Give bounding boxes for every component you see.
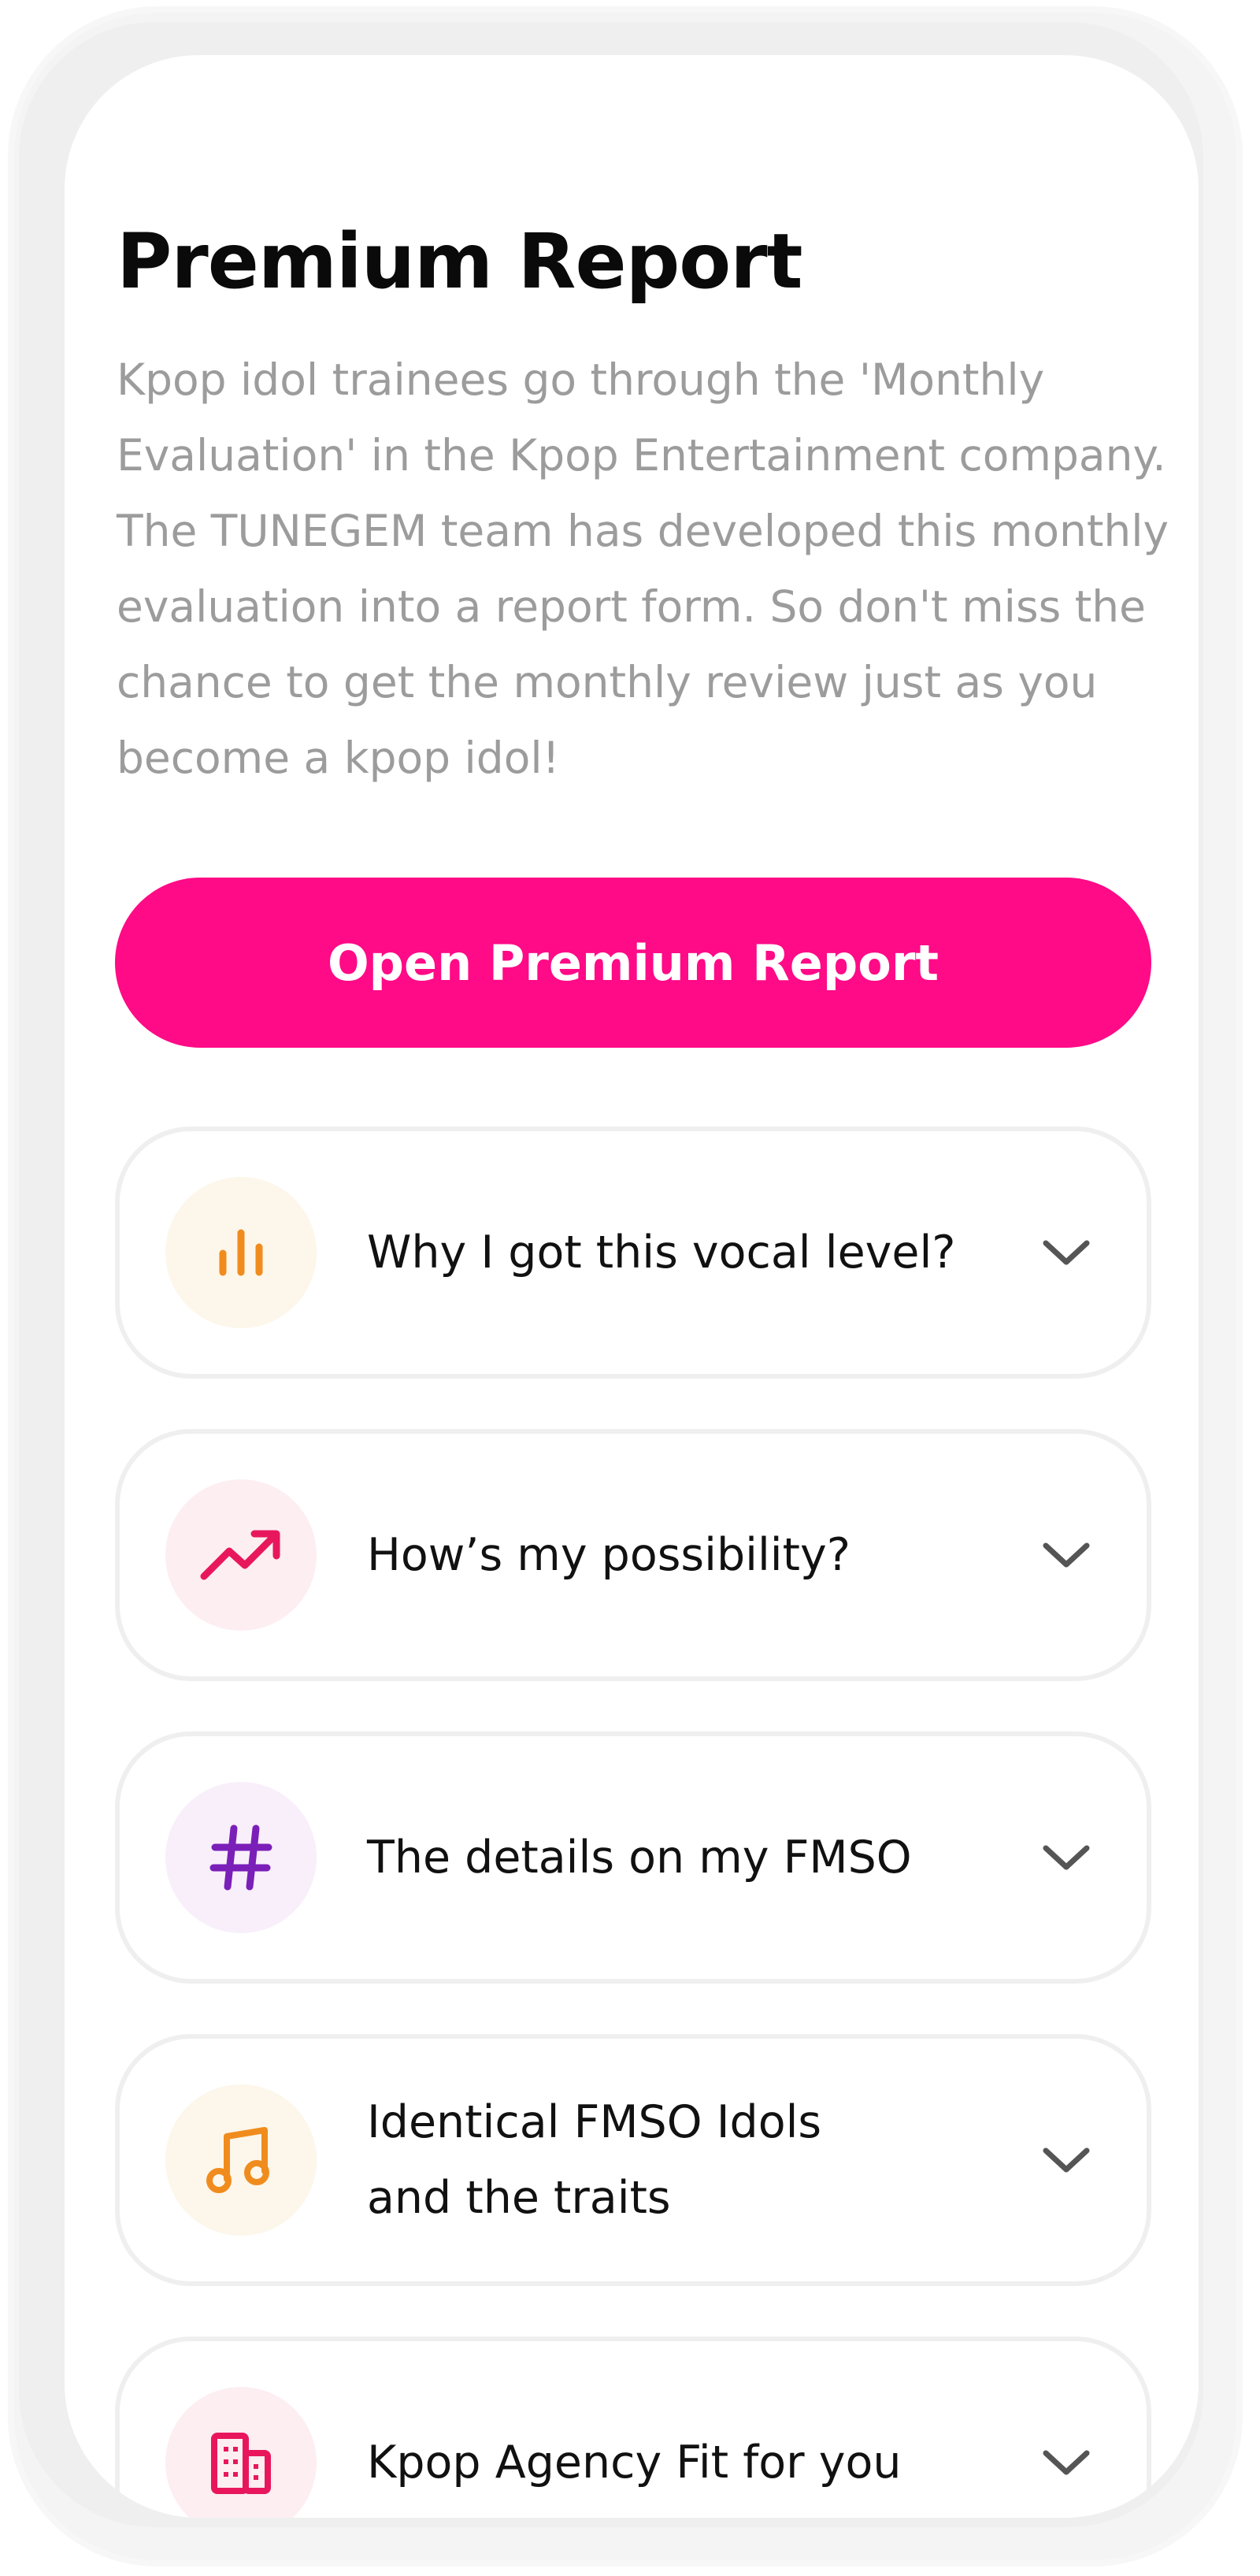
icon-badge <box>165 1177 317 1328</box>
accordion-item-label: Identical FMSO Idols and the traits <box>367 2096 822 2224</box>
accordion-item-label: The details on my FMSO <box>367 1832 912 1884</box>
chevron-down-icon[interactable] <box>1041 1539 1091 1571</box>
chevron-down-icon[interactable] <box>1041 1842 1091 1873</box>
chevron-down-icon[interactable] <box>1041 1237 1091 1268</box>
open-premium-report-button[interactable]: Open Premium Report <box>115 878 1151 1048</box>
bar-chart-icon <box>219 1229 263 1276</box>
accordion-item-possibility[interactable]: How’s my possibility? <box>115 1429 1151 1681</box>
screen: Premium Report Kpop idol trainees go thr… <box>65 55 1199 2518</box>
accordion-item-agency-fit[interactable]: Kpop Agency Fit for you <box>115 2337 1151 2518</box>
accordion-item-vocal-level[interactable]: Why I got this vocal level? <box>115 1127 1151 1379</box>
icon-badge <box>165 1782 317 1933</box>
icon-badge <box>165 2387 317 2518</box>
icon-badge <box>165 1479 317 1631</box>
music-note-icon <box>206 2127 269 2193</box>
page-title: Premium Report <box>117 217 802 306</box>
accordion-item-label: Why I got this vocal level? <box>367 1227 956 1279</box>
chevron-down-icon[interactable] <box>1041 2144 1091 2176</box>
building-icon <box>211 2433 271 2494</box>
chevron-down-icon[interactable] <box>1041 2447 1091 2478</box>
accordion-item-fmso-details[interactable]: The details on my FMSO <box>115 1732 1151 1984</box>
icon-badge <box>165 2084 317 2236</box>
accordion-item-identical-idols[interactable]: Identical FMSO Idols and the traits <box>115 2034 1151 2286</box>
page-description: Kpop idol trainees go through the 'Month… <box>117 354 1169 783</box>
trending-up-icon <box>200 1530 280 1580</box>
hashtag-icon <box>209 1824 272 1891</box>
accordion-item-label: How’s my possibility? <box>367 1529 850 1581</box>
accordion-item-label: Kpop Agency Fit for you <box>367 2437 902 2489</box>
